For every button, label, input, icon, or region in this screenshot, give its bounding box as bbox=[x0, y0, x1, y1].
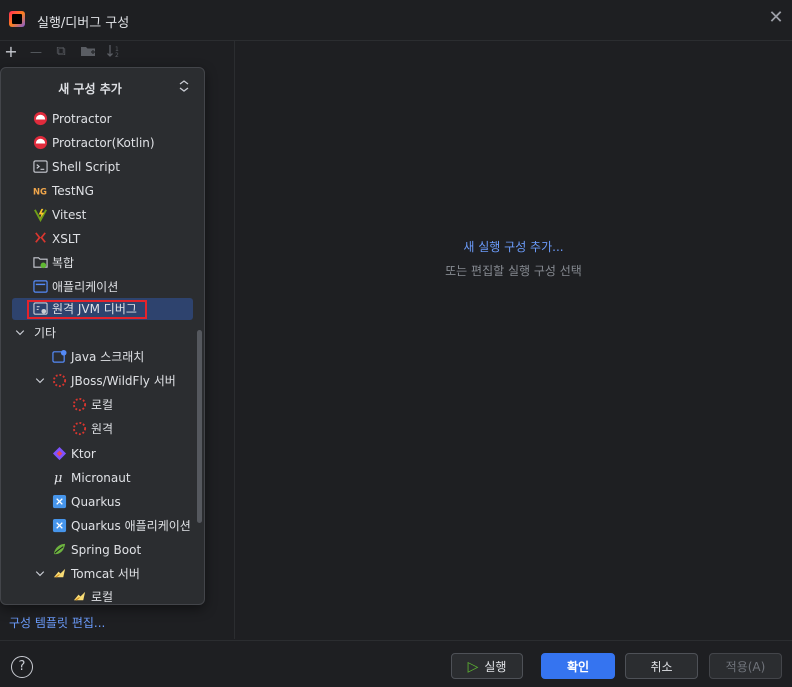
list-item-label: Protractor bbox=[52, 112, 112, 126]
jboss-icon bbox=[72, 421, 87, 436]
list-item-label: Quarkus 애플리케이션 bbox=[71, 519, 191, 533]
run-icon: ▷ bbox=[467, 659, 479, 675]
list-item-label: TestNG bbox=[52, 184, 94, 198]
popup-scrollbar[interactable] bbox=[197, 330, 202, 523]
svg-text:NG: NG bbox=[33, 186, 47, 196]
xslt-icon bbox=[35, 232, 46, 243]
chevron-down-icon bbox=[35, 571, 45, 577]
protractor-icon bbox=[33, 135, 48, 150]
list-item-tomcat-local[interactable]: 로컬 bbox=[72, 586, 192, 604]
select-configuration-hint: 또는 편집할 실행 구성 선택 bbox=[445, 264, 582, 278]
svg-text:2: 2 bbox=[115, 52, 119, 59]
list-item-micronaut[interactable]: μ Micronaut bbox=[52, 467, 192, 489]
add-new-configuration-popup: 새 구성 추가 Protractor Protractor(Kotlin) Sh… bbox=[0, 67, 205, 605]
close-icon[interactable]: ✕ bbox=[768, 9, 784, 27]
quarkus-icon bbox=[52, 518, 67, 533]
list-item-spring-boot[interactable]: Spring Boot bbox=[52, 539, 192, 561]
group-label: Tomcat 서버 bbox=[71, 567, 140, 581]
group-label: 기타 bbox=[34, 326, 57, 340]
group-label: JBoss/WildFly 서버 bbox=[71, 374, 176, 388]
jboss-icon bbox=[72, 397, 87, 412]
list-item-compound[interactable]: 복합 bbox=[33, 252, 193, 274]
apply-button[interactable]: 적용(A) bbox=[709, 653, 782, 679]
window-title: 실행/디버그 구성 bbox=[37, 16, 130, 31]
configurations-toolbar: + — ⧉ 12 bbox=[0, 41, 234, 65]
group-jboss-wildfly-server[interactable]: JBoss/WildFly 서버 bbox=[34, 370, 197, 392]
testng-icon: NG bbox=[33, 186, 47, 196]
list-item-label: Java 스크래치 bbox=[71, 350, 145, 364]
intellij-logo-icon bbox=[9, 11, 25, 27]
chevron-down-icon bbox=[35, 378, 45, 384]
selection-highlight-box bbox=[27, 300, 147, 319]
remove-configuration-icon[interactable]: — bbox=[27, 43, 45, 61]
list-item-ktor[interactable]: Ktor bbox=[52, 443, 192, 465]
list-item-shell-script[interactable]: Shell Script bbox=[33, 156, 193, 178]
new-folder-icon[interactable] bbox=[79, 43, 97, 61]
list-item-label: Quarkus bbox=[71, 495, 121, 509]
list-item-label: 복합 bbox=[52, 256, 75, 270]
vitest-icon bbox=[34, 208, 47, 222]
list-item-protractor[interactable]: Protractor bbox=[33, 108, 193, 130]
run-button[interactable]: ▷ 실행 bbox=[451, 653, 523, 679]
list-item-protractor-kotlin[interactable]: Protractor(Kotlin) bbox=[33, 132, 193, 154]
tomcat-icon bbox=[53, 568, 66, 578]
chevron-down-icon bbox=[15, 330, 25, 336]
cancel-button[interactable]: 취소 bbox=[625, 653, 698, 679]
list-item-label: Shell Script bbox=[52, 160, 120, 174]
ktor-icon bbox=[52, 446, 67, 461]
copy-configuration-icon[interactable]: ⧉ bbox=[52, 43, 70, 61]
compound-folder-icon bbox=[33, 257, 48, 269]
list-item-quarkus[interactable]: Quarkus bbox=[52, 491, 192, 513]
list-item-testng[interactable]: NG TestNG bbox=[33, 180, 193, 202]
tomcat-icon bbox=[73, 591, 86, 601]
dialog-footer: ? ▷ 실행 확인 취소 적용(A) bbox=[0, 640, 792, 687]
list-item-label: 로컬 bbox=[91, 590, 114, 604]
list-item-jboss-remote[interactable]: 원격 bbox=[72, 418, 192, 440]
application-icon bbox=[33, 280, 48, 293]
list-item-label: Spring Boot bbox=[71, 543, 142, 557]
group-tomcat-server[interactable]: Tomcat 서버 bbox=[34, 563, 197, 585]
quarkus-icon bbox=[52, 494, 67, 509]
list-item-label: Protractor(Kotlin) bbox=[52, 136, 155, 150]
popup-title: 새 구성 추가 bbox=[58, 82, 122, 96]
list-item-application[interactable]: 애플리케이션 bbox=[33, 276, 193, 298]
list-item-xslt[interactable]: XSLT bbox=[33, 228, 193, 250]
add-new-run-configuration-link[interactable]: 새 실행 구성 추가... bbox=[235, 238, 792, 255]
micronaut-icon: μ bbox=[54, 471, 63, 485]
collapse-popup-icon[interactable] bbox=[177, 78, 191, 94]
run-button-label: 실행 bbox=[484, 660, 507, 674]
jboss-icon bbox=[52, 373, 67, 388]
add-configuration-icon[interactable]: + bbox=[2, 43, 20, 61]
shell-script-icon bbox=[33, 160, 48, 173]
list-item-vitest[interactable]: Vitest bbox=[33, 204, 193, 226]
list-item-label: 애플리케이션 bbox=[52, 280, 119, 294]
help-icon[interactable]: ? bbox=[11, 656, 33, 678]
list-item-label: Ktor bbox=[71, 447, 96, 461]
list-item-label: 원격 bbox=[91, 422, 114, 436]
list-item-java-scratch[interactable]: Java 스크래치 bbox=[52, 346, 197, 368]
list-item-quarkus-application[interactable]: Quarkus 애플리케이션 bbox=[52, 515, 197, 537]
title-bar: 실행/디버그 구성 ✕ bbox=[0, 0, 792, 41]
list-item-label: 로컬 bbox=[91, 398, 114, 412]
group-other[interactable]: 기타 bbox=[14, 322, 194, 344]
protractor-icon bbox=[33, 111, 48, 126]
list-item-label: Vitest bbox=[52, 208, 87, 222]
spring-boot-icon bbox=[53, 543, 66, 555]
list-item-label: Micronaut bbox=[71, 471, 131, 485]
svg-text:μ: μ bbox=[54, 471, 63, 485]
ok-button[interactable]: 확인 bbox=[541, 653, 615, 679]
java-scratch-icon bbox=[52, 349, 67, 363]
list-item-label: XSLT bbox=[52, 232, 81, 246]
sort-configurations-icon[interactable]: 12 bbox=[105, 43, 123, 61]
list-item-jboss-local[interactable]: 로컬 bbox=[72, 394, 192, 416]
edit-configuration-templates-link[interactable]: 구성 템플릿 편집... bbox=[9, 614, 105, 631]
